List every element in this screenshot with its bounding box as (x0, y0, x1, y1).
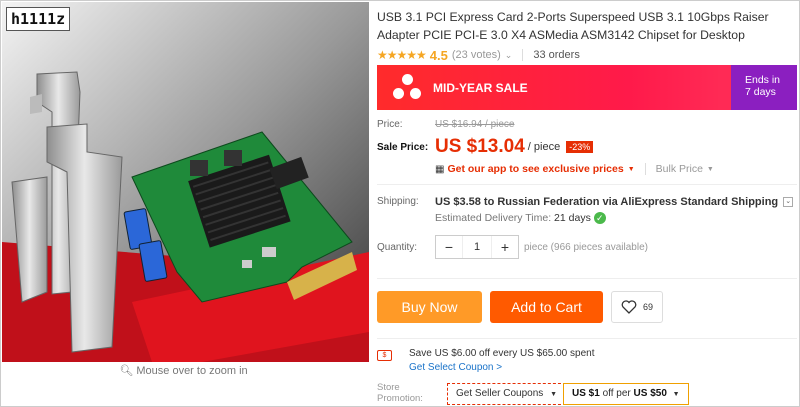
increment-button[interactable]: + (492, 236, 518, 258)
product-info: USB 3.1 PCI Express Card 2-Ports Supersp… (377, 8, 797, 63)
ends-value: 7 days (745, 86, 776, 98)
availability: piece (966 pieces available) (524, 241, 648, 253)
ends-label: Ends in (745, 74, 781, 86)
promo-prefix: US $1 (572, 388, 600, 399)
per-piece: / piece (527, 141, 561, 153)
delivery-label: Estimated Delivery Time: (435, 212, 552, 224)
app-promo-row: ▦ Get our app to see exclusive prices ▼ … (377, 161, 797, 177)
sale-price-label: Sale Price: (377, 141, 429, 153)
store-watermark: h1111z (6, 7, 71, 31)
zoom-hint: 🔍︎ Mouse over to zoom in (0, 364, 367, 377)
add-to-cart-button[interactable]: Add to Cart (490, 291, 603, 323)
check-icon: ✓ (593, 212, 606, 225)
sale-countdown: Ends in 7 days (731, 65, 797, 110)
chevron-down-icon[interactable]: ▼ (707, 166, 714, 173)
zoom-hint-text: Mouse over to zoom in (136, 365, 248, 377)
sale-logo-icon (393, 73, 421, 102)
chevron-down-icon[interactable]: ⌄ (505, 50, 513, 61)
star-rating-icon[interactable]: ★★★★★ (377, 48, 427, 62)
divider (377, 338, 797, 339)
store-discount-button[interactable]: US $1 off per US $50 ▼ (563, 383, 689, 405)
shipping-label: Shipping: (377, 196, 419, 207)
decrement-button[interactable]: − (436, 236, 462, 258)
usb-card-illustration (2, 2, 369, 362)
original-price-row: Price: US $16.94 / piece (377, 116, 797, 132)
divider (377, 278, 797, 279)
sale-price: US $13.04 (435, 136, 525, 157)
wishlist-count: 69 (642, 302, 653, 312)
product-image[interactable]: h1111z (2, 2, 369, 362)
delivery-time: Estimated Delivery Time: 21 days ✓ (435, 212, 793, 225)
wishlist-button[interactable]: 69 (611, 291, 663, 323)
select-coupon: $ Save US $6.00 off every US $65.00 spen… (377, 348, 595, 373)
seller-coupons-label: Get Seller Coupons (456, 388, 544, 399)
price-block: Price: US $16.94 / piece Sale Price: US … (377, 112, 797, 177)
promo-suffix: US $50 (633, 388, 667, 399)
product-title: USB 3.1 PCI Express Card 2-Ports Supersp… (377, 10, 769, 42)
shipping-block: Shipping: US $3.58 to Russian Federation… (377, 196, 797, 225)
bulk-price-link[interactable]: Bulk Price (656, 163, 703, 175)
price-label: Price: (377, 118, 403, 130)
buy-now-button[interactable]: Buy Now (377, 291, 482, 323)
original-price: US $16.94 / piece (435, 118, 515, 130)
heart-icon (621, 300, 637, 314)
magnifier-icon: 🔍︎ (119, 365, 134, 377)
delivery-value: 21 days (554, 212, 591, 224)
chevron-down-icon[interactable]: ▼ (628, 166, 635, 173)
rating-row: ★★★★★ 4.5 (23 votes) ⌄ 33 orders (377, 47, 797, 63)
rating-value: 4.5 (429, 47, 448, 63)
divider (522, 49, 524, 61)
orders-count: 33 orders (533, 49, 580, 61)
coupon-icon: $ (377, 350, 392, 361)
get-seller-coupons-button[interactable]: Get Seller Coupons ▼ (447, 383, 566, 405)
store-promotion-label-line1: Store (377, 382, 400, 393)
divider (644, 163, 646, 175)
chevron-down-icon: ▼ (672, 391, 680, 398)
chevron-down-icon[interactable]: ⌄ (783, 197, 794, 208)
store-promotion-label: Store Promotion: (377, 382, 423, 404)
quantity-label: Quantity: (377, 241, 418, 253)
votes-link[interactable]: (23 votes) (452, 49, 501, 61)
coupon-text: Save US $6.00 off every US $65.00 spent (409, 348, 595, 359)
quantity-row: Quantity: − 1 + piece (966 pieces availa… (377, 235, 648, 259)
qr-code-icon: ▦ (435, 163, 445, 175)
discount-badge: -23% (566, 141, 594, 153)
app-promo-link[interactable]: Get our app to see exclusive prices (447, 163, 623, 175)
quantity-stepper[interactable]: − 1 + (435, 235, 519, 259)
sale-price-row: Sale Price: US $13.04 / piece -23% (377, 135, 797, 159)
promo-mid: off per (602, 388, 631, 399)
divider (377, 184, 797, 185)
chevron-down-icon: ▼ (550, 391, 557, 398)
quantity-input[interactable]: 1 (462, 236, 492, 258)
sale-label: MID-YEAR SALE (433, 80, 528, 95)
shipping-details[interactable]: US $3.58 to Russian Federation via AliEx… (435, 196, 778, 208)
store-promotion-label-line2: Promotion: (377, 393, 423, 404)
mid-year-sale-banner[interactable]: MID-YEAR SALE Ends in 7 days (377, 65, 797, 110)
get-select-coupon-link[interactable]: Get Select Coupon > (409, 362, 595, 373)
